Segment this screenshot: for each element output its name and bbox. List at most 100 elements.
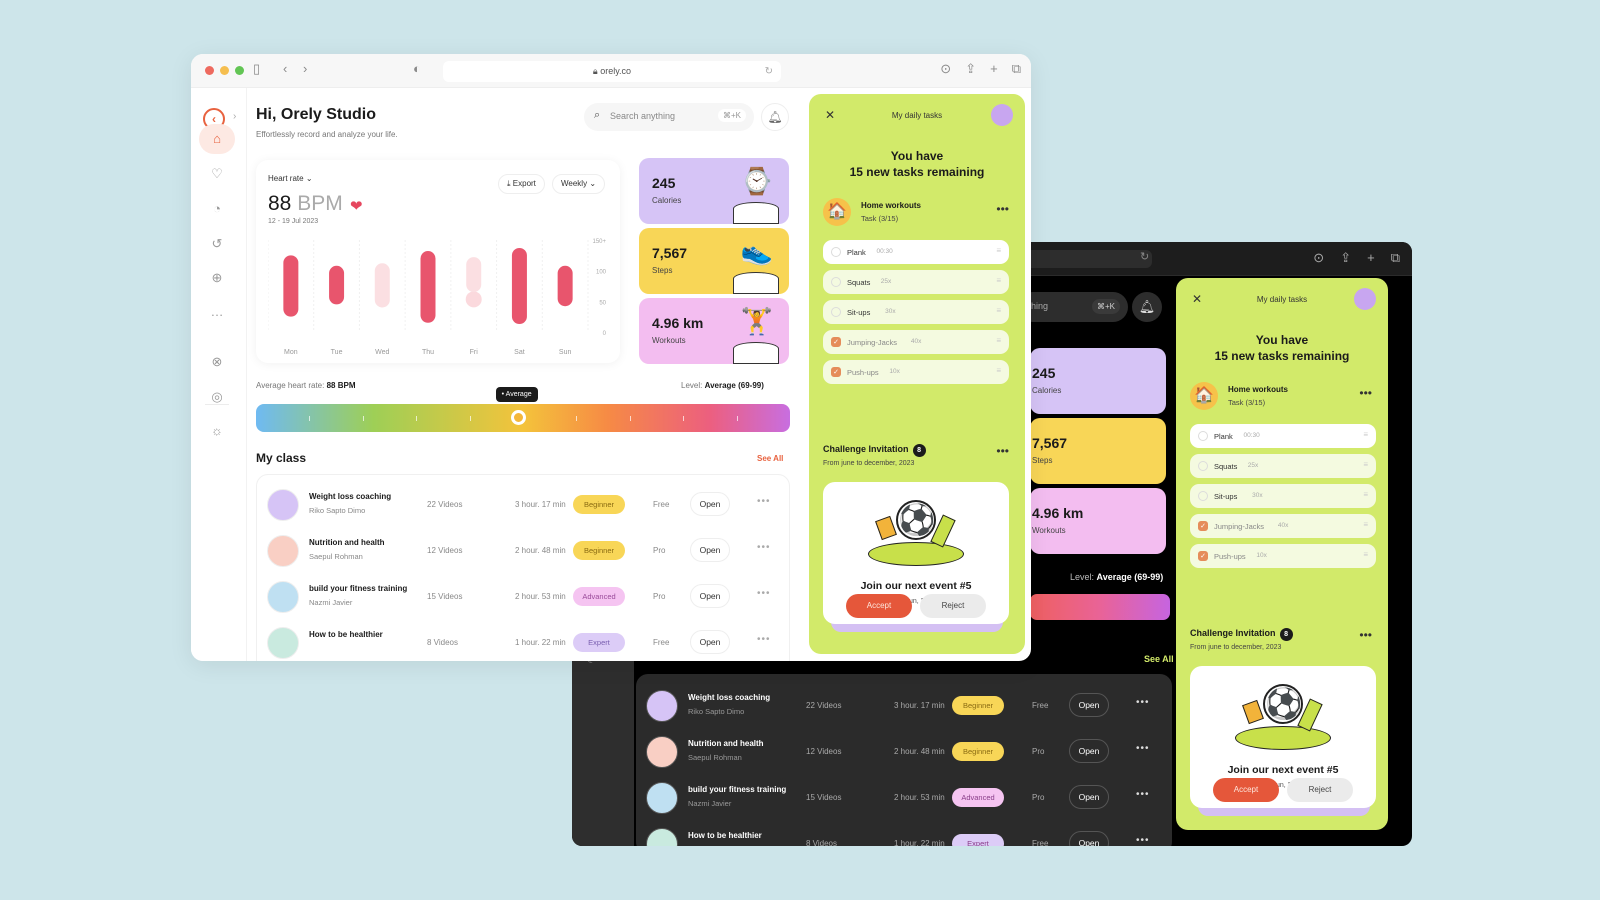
task-checkbox[interactable]: ✓ [831, 337, 841, 347]
more-options-icon[interactable]: ••• [1136, 789, 1150, 800]
more-options-icon[interactable]: ••• [757, 496, 771, 507]
sidebar-item-settings[interactable]: ☼ [199, 416, 235, 446]
class-row[interactable]: Weight loss coaching Riko Sapto Dimo 22 Vi… [257, 481, 789, 527]
bar-mon[interactable] [283, 255, 299, 317]
url-bar[interactable]: 🔒︎ orely.co ↻ [443, 61, 781, 82]
stat-card-workouts[interactable]: 4.96 km Workouts 🏋 [639, 298, 789, 364]
more-options-icon[interactable]: ••• [1136, 743, 1150, 754]
more-options-icon[interactable]: ••• [757, 634, 771, 645]
user-avatar[interactable] [1354, 288, 1376, 310]
task-item[interactable]: ✓ Jumping-Jacks 40x ≡ [823, 330, 1009, 354]
open-class-button[interactable]: Open [1069, 831, 1109, 846]
more-options-icon[interactable]: ••• [996, 202, 1009, 216]
sidebar-item-home[interactable]: ⌂ [199, 124, 235, 154]
share-icon[interactable]: ⇪ [1340, 250, 1351, 266]
reload-icon[interactable]: ↻ [1140, 250, 1149, 263]
dark-bell-icon[interactable]: 🔔︎ [1132, 292, 1162, 322]
search-input[interactable]: ⌕ Search anything ⌘+K [584, 103, 754, 131]
drag-handle-icon[interactable]: ≡ [1363, 550, 1368, 559]
period-select[interactable]: Weekly ⌄ [552, 174, 606, 194]
more-options-icon[interactable]: ••• [757, 542, 771, 553]
sidebar-item-support[interactable]: ⊗ [199, 347, 235, 377]
task-checkbox[interactable] [831, 277, 841, 287]
dark-see-all-link[interactable]: See All [1144, 654, 1174, 664]
drag-handle-icon[interactable]: ≡ [1363, 520, 1368, 529]
notification-bell-icon[interactable]: 🔔︎ [761, 103, 789, 131]
task-checkbox[interactable]: ✓ [1198, 521, 1208, 531]
minimize-window-button[interactable] [220, 66, 229, 75]
bar-sat[interactable] [511, 247, 527, 325]
see-all-link[interactable]: See All [757, 454, 783, 463]
task-item[interactable]: Sit-ups 30x ≡ [1190, 484, 1376, 508]
class-row[interactable]: How to be healthier 8 Videos 1 hour. 22 mi… [257, 619, 789, 661]
task-item[interactable]: Plank 00:30 ≡ [823, 240, 1009, 264]
reload-icon[interactable]: ↻ [765, 61, 773, 82]
stat-card-steps[interactable]: 7,567 Steps 👟 [639, 228, 789, 294]
task-item[interactable]: ✓ Jumping-Jacks 40x ≡ [1190, 514, 1376, 538]
task-checkbox[interactable]: ✓ [831, 367, 841, 377]
open-class-button[interactable]: Open [1069, 739, 1109, 763]
reject-button[interactable]: Reject [920, 594, 986, 618]
drag-handle-icon[interactable]: ≡ [996, 276, 1001, 285]
stat-card-calories[interactable]: 245 Calories ⌚ [639, 158, 789, 224]
sidebar-item-heart-rate[interactable]: ♡ [199, 159, 235, 189]
class-row[interactable]: build your fitness training Nazmi Javier 1… [636, 774, 1172, 820]
drag-handle-icon[interactable]: ≡ [996, 306, 1001, 315]
sidebar-item-history[interactable]: ↺ [199, 229, 235, 259]
bar-sun[interactable] [557, 265, 573, 307]
open-class-button[interactable]: Open [1069, 693, 1109, 717]
drag-handle-icon[interactable]: ≡ [1363, 430, 1368, 439]
forward-icon[interactable]: › [303, 61, 307, 76]
more-options-icon[interactable]: ••• [996, 444, 1009, 458]
scale-indicator[interactable] [510, 410, 526, 425]
class-row[interactable]: Nutrition and health Saepul Rohman 12 Vide… [257, 527, 789, 573]
class-row[interactable]: build your fitness training Nazmi Javier 1… [257, 573, 789, 619]
export-button[interactable]: ⤓ Export [498, 174, 545, 194]
task-checkbox[interactable] [1198, 461, 1208, 471]
bar-tue[interactable] [329, 265, 345, 305]
sidebar-item-tasks[interactable]: ◔ [199, 194, 235, 224]
sidebar-toggle-icon[interactable]: ▯ [253, 61, 260, 77]
share-icon[interactable]: ⇪ [965, 61, 976, 77]
open-class-button[interactable]: Open [690, 538, 730, 562]
task-checkbox[interactable] [831, 247, 841, 257]
drag-handle-icon[interactable]: ≡ [1363, 490, 1368, 499]
bar-fri-low[interactable] [465, 291, 482, 308]
privacy-shield-icon[interactable]: ◐ [413, 61, 421, 76]
dark-search-input[interactable]: ything ⌘+K [1018, 292, 1128, 322]
bar-fri[interactable] [466, 257, 482, 293]
task-item[interactable]: Plank 00:30 ≡ [1190, 424, 1376, 448]
task-item[interactable]: ✓ Push-ups 10x ≡ [823, 360, 1009, 384]
drag-handle-icon[interactable]: ≡ [1363, 460, 1368, 469]
new-tab-icon[interactable]: + [990, 61, 998, 77]
task-item[interactable]: ✓ Push-ups 10x ≡ [1190, 544, 1376, 568]
task-item[interactable]: Sit-ups 30x ≡ [823, 300, 1009, 324]
accept-button[interactable]: Accept [1213, 778, 1279, 802]
drag-handle-icon[interactable]: ≡ [996, 246, 1001, 255]
class-row[interactable]: How to be healthier 8 Videos 1 hour. 22 mi… [636, 820, 1172, 846]
class-row[interactable]: Nutrition and health Saepul Rohman 12 Vide… [636, 728, 1172, 774]
sidebar-item-messages[interactable]: … [199, 297, 235, 327]
task-checkbox[interactable]: ✓ [1198, 551, 1208, 561]
open-class-button[interactable]: Open [1069, 785, 1109, 809]
open-class-button[interactable]: Open [690, 584, 730, 608]
reject-button[interactable]: Reject [1287, 778, 1353, 802]
maximize-window-button[interactable] [235, 66, 244, 75]
new-tab-icon[interactable]: + [1367, 250, 1375, 266]
more-options-icon[interactable]: ••• [1359, 386, 1372, 400]
sidebar-item-medical[interactable]: ⊕ [199, 263, 235, 293]
bar-wed[interactable] [374, 263, 390, 308]
tabs-icon[interactable]: ⧉ [1391, 250, 1400, 266]
back-icon[interactable]: ‹ [283, 61, 287, 76]
bar-thu[interactable] [420, 251, 436, 323]
open-class-button[interactable]: Open [690, 492, 730, 516]
accept-button[interactable]: Accept [846, 594, 912, 618]
user-avatar[interactable] [991, 104, 1013, 126]
more-options-icon[interactable]: ••• [1359, 628, 1372, 642]
more-options-icon[interactable]: ••• [1136, 835, 1150, 846]
more-options-icon[interactable]: ••• [1136, 697, 1150, 708]
task-checkbox[interactable] [1198, 431, 1208, 441]
download-icon[interactable]: ⊙ [1313, 250, 1324, 266]
sidebar-item-target[interactable]: ◎ [199, 382, 235, 412]
task-checkbox[interactable] [831, 307, 841, 317]
